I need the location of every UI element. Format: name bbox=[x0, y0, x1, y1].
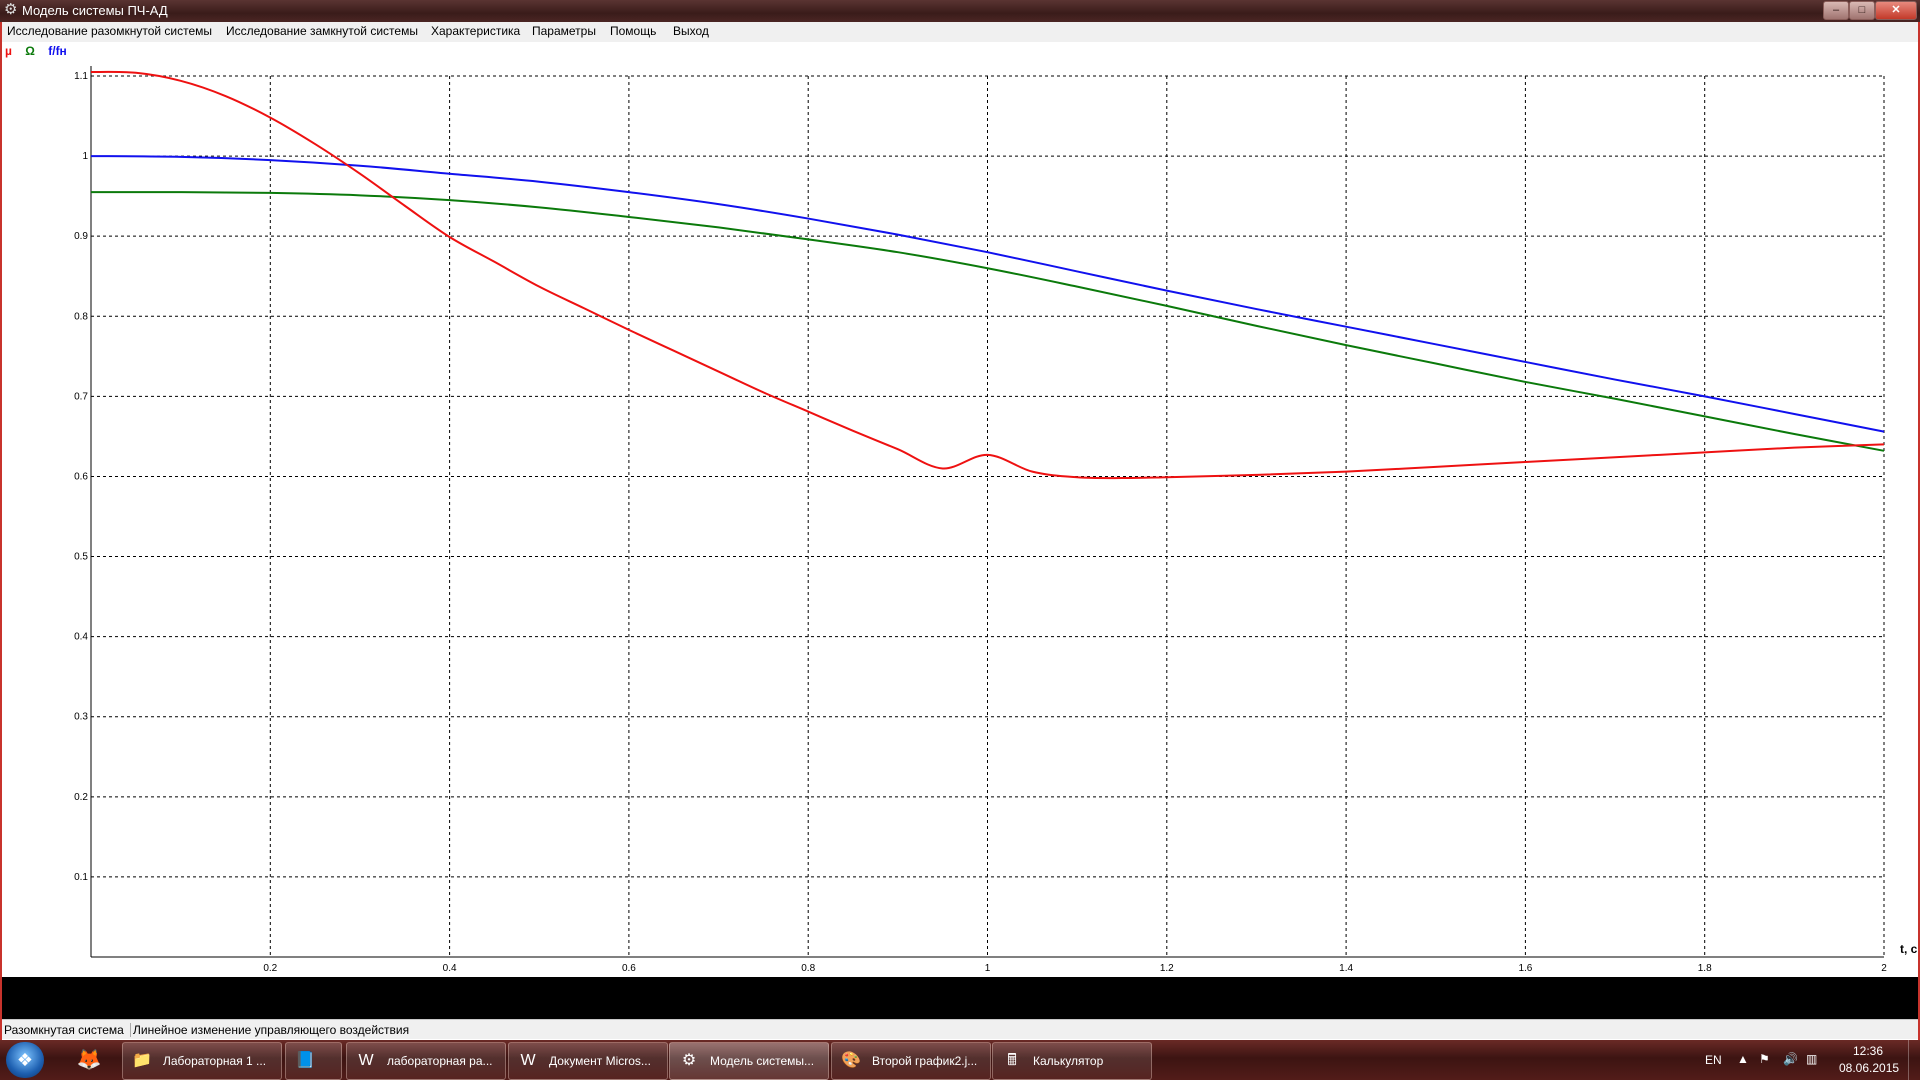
y-tick-label: 0.4 bbox=[74, 632, 88, 643]
y-tick-label: 0.9 bbox=[74, 231, 88, 242]
menu-exit[interactable]: Выход bbox=[673, 24, 709, 38]
clock-date[interactable]: 08.06.2015 bbox=[1839, 1061, 1899, 1075]
menu-characteristic[interactable]: Характеристика bbox=[431, 24, 520, 38]
y-tick-label: 0.3 bbox=[74, 712, 88, 723]
chart-svg: 0.2 0.4 0.6 0.8 1 1.2 1.4 1.6 1.8 2 0.1 0.2 0.3 0.4 0.… bbox=[74, 66, 1918, 974]
task-label: Документ Micros... bbox=[549, 1054, 651, 1068]
x-tick-label: 0.4 bbox=[443, 963, 457, 974]
task-label: лабораторная ра... bbox=[387, 1054, 493, 1068]
status-bar: Разомкнутая система Линейное изменение у… bbox=[2, 1019, 1918, 1039]
chart-area: 0.2 0.4 0.6 0.8 1 1.2 1.4 1.6 1.8 2 0.1 0.2 0.3 0.4 0.… bbox=[2, 42, 1918, 977]
y-tick-label: 0.8 bbox=[74, 311, 88, 322]
x-tick-label: 0.2 bbox=[263, 963, 277, 974]
legend-mu: µ bbox=[5, 44, 12, 58]
volume-icon[interactable]: 🔊 bbox=[1783, 1052, 1798, 1066]
status-mode: Разомкнутая система bbox=[4, 1023, 124, 1037]
task-label: Модель системы... bbox=[710, 1054, 815, 1068]
task-button-word-lab[interactable]: W лабораторная ра... bbox=[346, 1042, 506, 1080]
y-tick-label: 1.1 bbox=[74, 71, 88, 82]
close-button[interactable]: ✕ bbox=[1875, 1, 1917, 20]
task-button-paint[interactable]: 🎨 Второй график2.j... bbox=[831, 1042, 991, 1080]
x-tick-label: 2 bbox=[1881, 963, 1887, 974]
legend-f: f/fн bbox=[48, 44, 67, 58]
black-panel bbox=[2, 977, 1918, 1019]
calculator-icon: 🖩 bbox=[1007, 1052, 1017, 1069]
language-indicator[interactable]: EN bbox=[1705, 1053, 1722, 1067]
status-description: Линейное изменение управляющего воздейст… bbox=[130, 1023, 409, 1037]
network-icon[interactable]: ▥ bbox=[1806, 1052, 1817, 1066]
paint-icon: 🎨 bbox=[841, 1052, 861, 1069]
window-title: Модель системы ПЧ-АД bbox=[22, 3, 168, 18]
menu-bar: Исследование разомкнутой системы Исследо… bbox=[2, 22, 1918, 42]
task-button-notepad[interactable]: 📘 bbox=[285, 1042, 342, 1080]
y-tick-label: 0.5 bbox=[74, 552, 88, 563]
task-label: Калькулятор bbox=[1033, 1054, 1104, 1068]
gear-icon: ⚙ bbox=[681, 1052, 697, 1069]
gear-icon: ⚙ bbox=[4, 1, 18, 18]
y-tick-label: 0.7 bbox=[74, 391, 88, 402]
notepad-icon: 📘 bbox=[295, 1052, 315, 1069]
show-hidden-icons-icon[interactable]: ▲ bbox=[1737, 1052, 1749, 1066]
y-tick-label: 0.2 bbox=[74, 792, 88, 803]
maximize-button[interactable]: □ bbox=[1849, 1, 1875, 20]
task-label: Второй график2.j... bbox=[872, 1054, 978, 1068]
task-button-word-doc[interactable]: W Документ Micros... bbox=[508, 1042, 668, 1080]
taskbar: ❖ 🦊 📁 Лабораторная 1 ... 📘 W лабораторна… bbox=[0, 1040, 1920, 1080]
word-icon: W bbox=[358, 1052, 374, 1069]
task-button-lab-folder[interactable]: 📁 Лабораторная 1 ... bbox=[122, 1042, 282, 1080]
x-tick-label: 1.6 bbox=[1518, 963, 1532, 974]
windows-start-icon[interactable]: ❖ bbox=[6, 1042, 44, 1078]
x-tick-label: 0.6 bbox=[622, 963, 636, 974]
minimize-button[interactable]: – bbox=[1823, 1, 1849, 20]
chart-legend: µ Ω f/fн bbox=[5, 44, 77, 58]
x-tick-label: 1.8 bbox=[1698, 963, 1712, 974]
menu-help[interactable]: Помощь bbox=[610, 24, 656, 38]
task-label: Лабораторная 1 ... bbox=[163, 1054, 267, 1068]
folder-icon: 📁 bbox=[132, 1052, 152, 1069]
x-tick-label: 1.4 bbox=[1339, 963, 1353, 974]
menu-open-loop-study[interactable]: Исследование разомкнутой системы bbox=[7, 24, 212, 38]
legend-omega: Ω bbox=[25, 44, 35, 58]
task-button-calculator[interactable]: 🖩 Калькулятор bbox=[992, 1042, 1152, 1080]
x-tick-label: 1 bbox=[985, 963, 991, 974]
show-desktop-button[interactable] bbox=[1908, 1040, 1920, 1080]
x-tick-label: 0.8 bbox=[801, 963, 815, 974]
y-tick-label: 1 bbox=[82, 151, 88, 162]
clock-time[interactable]: 12:36 bbox=[1853, 1044, 1883, 1058]
title-bar[interactable]: ⚙ Модель системы ПЧ-АД – □ ✕ bbox=[0, 0, 1920, 22]
menu-closed-loop-study[interactable]: Исследование замкнутой системы bbox=[226, 24, 418, 38]
x-tick-label: 1.2 bbox=[1160, 963, 1174, 974]
y-tick-label: 0.1 bbox=[74, 872, 88, 883]
task-button-model[interactable]: ⚙ Модель системы... bbox=[669, 1042, 829, 1080]
word-icon: W bbox=[520, 1052, 536, 1069]
x-axis-label: t, c bbox=[1900, 942, 1918, 956]
action-center-flag-icon[interactable]: ⚑ bbox=[1759, 1052, 1770, 1066]
menu-parameters[interactable]: Параметры bbox=[532, 24, 596, 38]
firefox-icon[interactable]: 🦊 bbox=[64, 1044, 114, 1076]
y-tick-label: 0.6 bbox=[74, 471, 88, 482]
